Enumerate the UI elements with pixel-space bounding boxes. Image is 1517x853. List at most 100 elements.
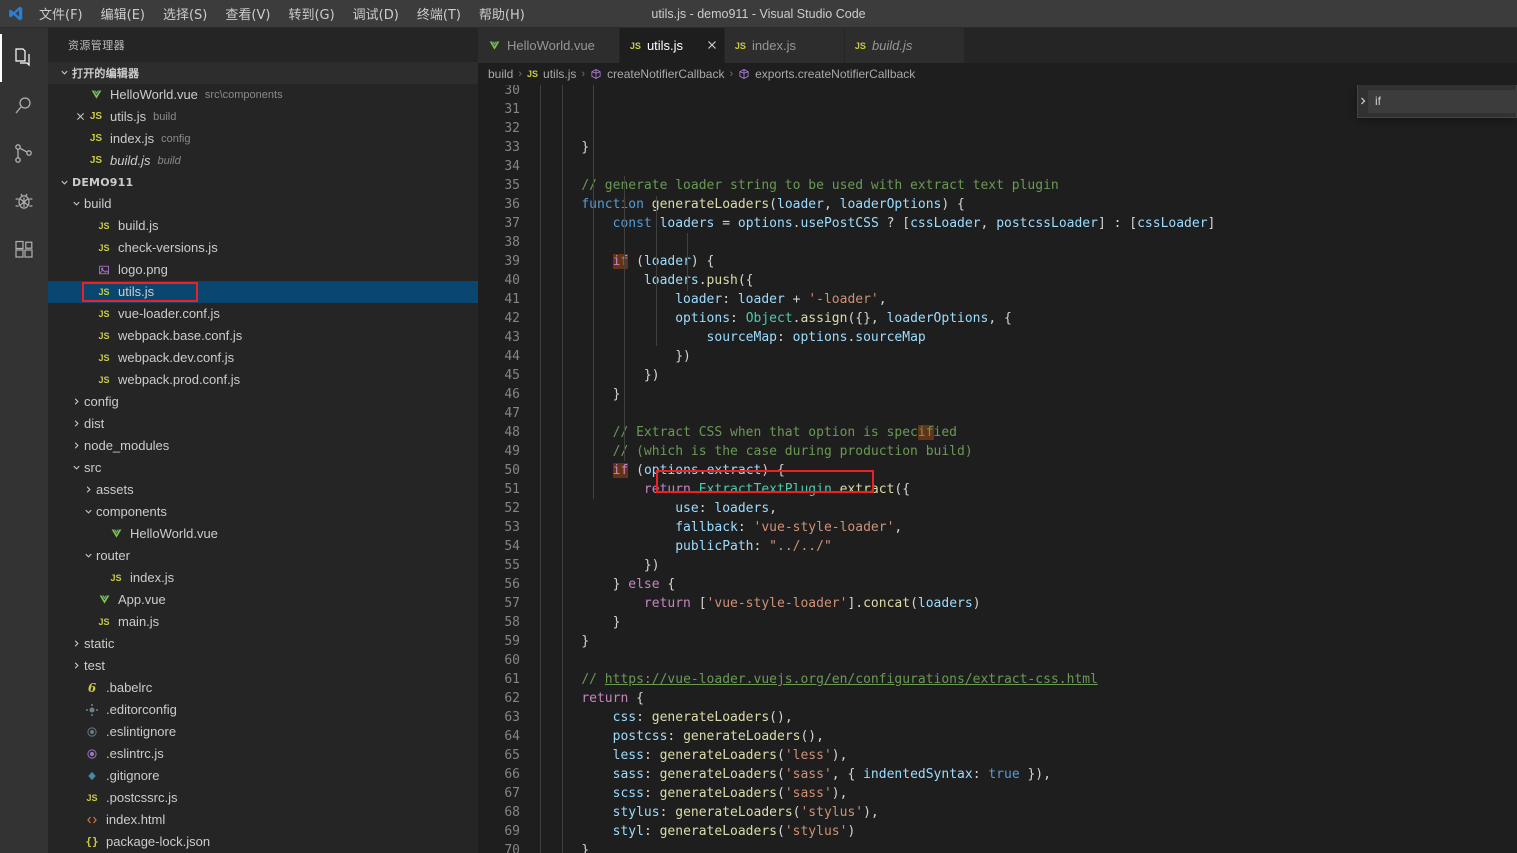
activity-source-control[interactable] [0,130,48,178]
menu-debug[interactable]: 调试(D) [344,1,408,26]
open-editor-index-js[interactable]: JS index.js config [48,128,478,150]
tree-file-eslintrc-js[interactable]: .eslintrc.js [48,743,478,765]
breadcrumb-item-build[interactable]: build [488,67,513,81]
tree-file-eslintignore[interactable]: .eslintignore [48,721,478,743]
tree-file-vue-loader-conf-js[interactable]: JSvue-loader.conf.js [48,303,478,325]
tree-file-postcssrc-js[interactable]: JS.postcssrc.js [48,787,478,809]
tree-file-gitignore[interactable]: .gitignore [48,765,478,787]
code-line[interactable]: sass: generateLoaders('sass', { indented… [550,765,1517,784]
tree-file-app-vue[interactable]: App.vue [48,589,478,611]
chevron-down-icon[interactable] [80,507,96,516]
tab-build-js[interactable]: JS build.js [845,28,965,63]
code-line[interactable]: // Extract CSS when that option is speci… [550,423,1517,442]
code-line[interactable]: }) [550,366,1517,385]
tree-file-webpack-prod-conf-js[interactable]: JSwebpack.prod.conf.js [48,369,478,391]
activity-debug[interactable] [0,178,48,226]
chevron-down-icon[interactable] [68,199,84,208]
tree-file-babelrc[interactable]: 6.babelrc [48,677,478,699]
activity-search[interactable] [0,82,48,130]
menu-view[interactable]: 查看(V) [216,1,279,26]
tree-file-check-versions-js[interactable]: JScheck-versions.js [48,237,478,259]
code-content[interactable]: } // generate loader string to be used w… [540,85,1517,853]
tree-folder-router[interactable]: router [48,545,478,567]
code-line[interactable]: loader: loader + '-loader', [550,290,1517,309]
code-line[interactable]: less: generateLoaders('less'), [550,746,1517,765]
code-line[interactable]: // generate loader string to be used wit… [550,176,1517,195]
code-line[interactable]: if (options.extract) { [550,461,1517,480]
tree-file-logo-png[interactable]: logo.png [48,259,478,281]
code-line[interactable]: options: Object.assign({}, loaderOptions… [550,309,1517,328]
tree-folder-node-modules[interactable]: node_modules [48,435,478,457]
tree-file-build-js[interactable]: JSbuild.js [48,215,478,237]
tree-file-main-js[interactable]: JSmain.js [48,611,478,633]
section-workspace[interactable]: DEMO911 [48,172,478,193]
tree-file-index-html[interactable]: index.html [48,809,478,831]
chevron-right-icon[interactable] [68,419,84,428]
code-line[interactable]: css: generateLoaders(), [550,708,1517,727]
code-line[interactable] [550,651,1517,670]
code-line[interactable]: stylus: generateLoaders('stylus'), [550,803,1517,822]
code-line[interactable]: } [550,613,1517,632]
tree-folder-build[interactable]: build [48,193,478,215]
tree-folder-src[interactable]: src [48,457,478,479]
code-line[interactable]: return ExtractTextPlugin.extract({ [550,480,1517,499]
tab-index-js[interactable]: JS index.js [725,28,845,63]
code-line[interactable]: } [550,841,1517,853]
tree-folder-static[interactable]: static [48,633,478,655]
code-line[interactable]: postcss: generateLoaders(), [550,727,1517,746]
tree-file-editorconfig[interactable]: .editorconfig [48,699,478,721]
tree-file-webpack-base-conf-js[interactable]: JSwebpack.base.conf.js [48,325,478,347]
open-editor-build-js[interactable]: JS build.js build [48,150,478,172]
code-line[interactable] [550,404,1517,423]
tree-file-helloworld-vue[interactable]: HelloWorld.vue [48,523,478,545]
activity-extensions[interactable] [0,226,48,274]
code-line[interactable]: // https://vue-loader.vuejs.org/en/confi… [550,670,1517,689]
code-line[interactable]: styl: generateLoaders('stylus') [550,822,1517,841]
tree-file-package-lock-json[interactable]: {}package-lock.json [48,831,478,853]
open-editor-helloworld-vue[interactable]: HelloWorld.vue src\components [48,84,478,106]
code-line[interactable]: loaders.push({ [550,271,1517,290]
tree-folder-test[interactable]: test [48,655,478,677]
tab-helloworld-vue[interactable]: HelloWorld.vue [478,28,620,63]
code-line[interactable]: return ['vue-style-loader'].concat(loade… [550,594,1517,613]
close-icon[interactable] [72,112,88,121]
tab-utils-js[interactable]: JS utils.js [620,28,725,63]
chevron-right-icon[interactable] [68,639,84,648]
find-widget[interactable] [1357,85,1517,118]
code-editor[interactable]: 3031323334353637383940414243444546474849… [478,85,1517,853]
code-line[interactable]: } [550,385,1517,404]
code-line[interactable]: sourceMap: options.sourceMap [550,328,1517,347]
code-line[interactable]: publicPath: "../../" [550,537,1517,556]
open-editor-utils-js[interactable]: JS utils.js build [48,106,478,128]
chevron-right-icon[interactable] [68,397,84,406]
chevron-down-icon[interactable] [80,551,96,560]
breadcrumb-item-exports-createnotifiercallback[interactable]: exports.createNotifierCallback [738,67,915,81]
code-line[interactable]: // (which is the case during production … [550,442,1517,461]
menu-bar[interactable]: 文件(F) 编辑(E) 选择(S) 查看(V) 转到(G) 调试(D) 终端(T… [30,1,534,26]
tree-folder-components[interactable]: components [48,501,478,523]
tree-file-utils-js[interactable]: JSutils.js [48,281,478,303]
tree-folder-config[interactable]: config [48,391,478,413]
code-line[interactable]: }) [550,347,1517,366]
code-line[interactable] [550,233,1517,252]
tree-file-index-js[interactable]: JSindex.js [48,567,478,589]
chevron-right-icon[interactable] [1358,96,1368,106]
chevron-right-icon[interactable] [80,485,96,494]
code-line[interactable]: use: loaders, [550,499,1517,518]
breadcrumb-item-utils-js[interactable]: JS utils.js [527,67,576,81]
code-line[interactable]: } [550,632,1517,651]
code-line[interactable]: const loaders = options.usePostCSS ? [cs… [550,214,1517,233]
code-line[interactable] [550,157,1517,176]
menu-selection[interactable]: 选择(S) [154,1,216,26]
menu-file[interactable]: 文件(F) [30,1,92,26]
code-line[interactable]: }) [550,556,1517,575]
chevron-right-icon[interactable] [68,661,84,670]
code-line[interactable]: return { [550,689,1517,708]
tree-folder-assets[interactable]: assets [48,479,478,501]
chevron-right-icon[interactable] [68,441,84,450]
chevron-down-icon[interactable] [68,463,84,472]
code-line[interactable]: } [550,138,1517,157]
tree-folder-dist[interactable]: dist [48,413,478,435]
code-line[interactable]: if (loader) { [550,252,1517,271]
activity-explorer[interactable] [0,34,48,82]
